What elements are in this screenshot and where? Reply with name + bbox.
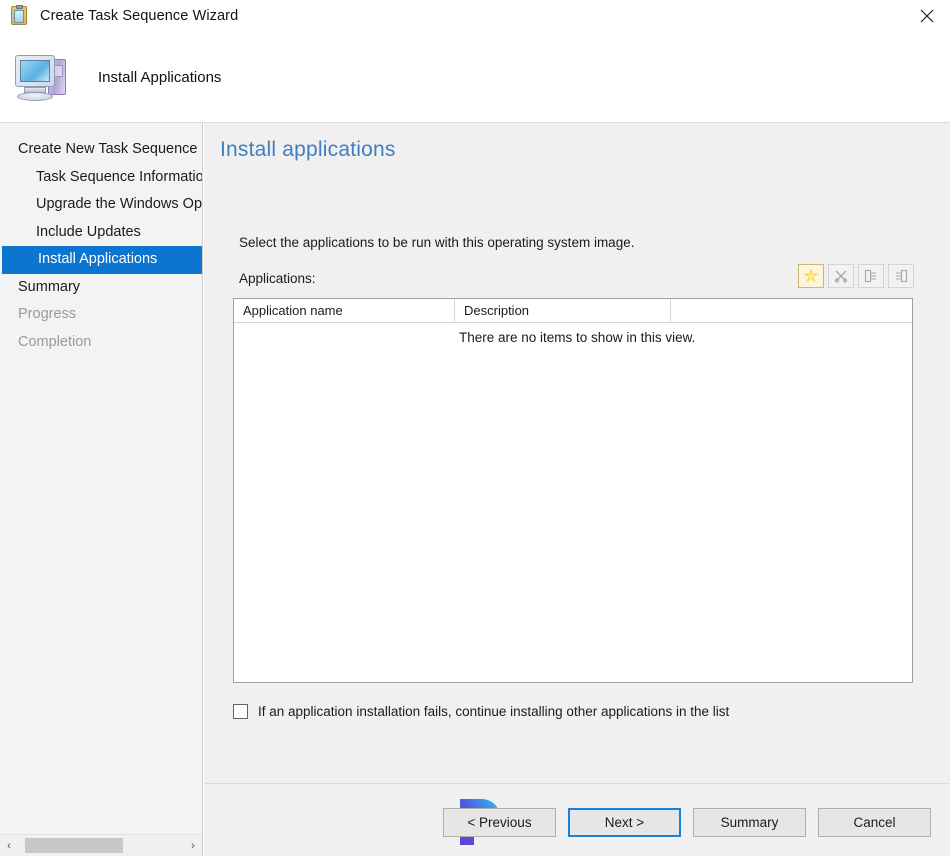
wizard-header: Install Applications <box>0 32 950 122</box>
wizard-content-panel: Install applications Select the applicat… <box>204 123 950 783</box>
scrollbar-track[interactable] <box>18 835 184 856</box>
window-title: Create Task Sequence Wizard <box>40 8 239 24</box>
applications-listview[interactable]: Application name Description There are n… <box>233 298 913 683</box>
sidebar-horizontal-scrollbar[interactable]: ‹ › <box>0 834 202 856</box>
sidebar-item-install-applications[interactable]: Install Applications <box>2 246 202 274</box>
wizard-step-sidebar: Create New Task Sequence Task Sequence I… <box>0 123 203 856</box>
scroll-right-icon[interactable]: › <box>184 835 202 856</box>
star-icon <box>803 268 819 283</box>
sidebar-item-create-new-task-sequence[interactable]: Create New Task Sequence <box>0 136 202 164</box>
computer-icon <box>15 51 73 103</box>
next-button[interactable]: Next > <box>568 808 681 837</box>
move-up-icon <box>864 269 876 283</box>
close-icon[interactable] <box>904 0 950 32</box>
column-header-description[interactable]: Description <box>455 299 671 322</box>
applications-toolbar <box>798 264 914 288</box>
page-title: Install applications <box>220 138 396 161</box>
previous-button[interactable]: < Previous <box>443 808 556 837</box>
window-titlebar: Create Task Sequence Wizard <box>0 0 950 32</box>
listview-header-row: Application name Description <box>234 299 912 323</box>
wizard-step-list: Create New Task Sequence Task Sequence I… <box>0 136 202 356</box>
sidebar-item-completion: Completion <box>18 333 92 350</box>
summary-button[interactable]: Summary <box>693 808 806 837</box>
sidebar-item-progress: Progress <box>18 306 77 322</box>
continue-on-failure-label: If an application installation fails, co… <box>258 704 730 719</box>
applications-label: Applications: <box>239 271 316 286</box>
sidebar-item-upgrade-the-windows-operating-system[interactable]: Upgrade the Windows Operating System <box>0 191 202 219</box>
wizard-header-title: Install Applications <box>98 68 222 86</box>
move-down-button <box>888 264 914 288</box>
sidebar-item-include-updates[interactable]: Include Updates <box>0 219 202 247</box>
delete-application-button <box>828 264 854 288</box>
cancel-button[interactable]: Cancel <box>818 808 931 837</box>
move-down-icon <box>896 269 908 283</box>
column-header-application-name[interactable]: Application name <box>234 299 455 322</box>
scrollbar-thumb[interactable] <box>25 837 123 853</box>
sidebar-item-task-sequence-information[interactable]: Task Sequence Information <box>0 164 202 192</box>
wizard-footer-buttons: < Previous Next > Summary Cancel <box>443 808 931 837</box>
x-scissors-icon <box>834 270 848 283</box>
sidebar-item-summary[interactable]: Summary <box>0 274 202 302</box>
scroll-left-icon[interactable]: ‹ <box>0 835 18 856</box>
move-up-button <box>858 264 884 288</box>
listview-empty-message: There are no items to show in this view. <box>459 330 696 345</box>
continue-on-failure-row[interactable]: If an application installation fails, co… <box>233 704 729 719</box>
clipboard-icon <box>10 5 30 26</box>
new-application-button[interactable] <box>798 264 824 288</box>
wizard-footer: < Previous Next > Summary Cancel <box>204 783 950 856</box>
continue-on-failure-checkbox[interactable] <box>233 704 248 719</box>
instruction-text: Select the applications to be run with t… <box>239 235 635 250</box>
